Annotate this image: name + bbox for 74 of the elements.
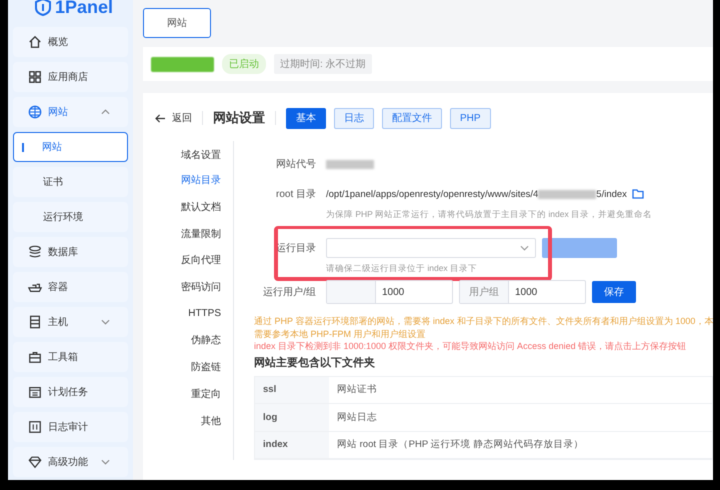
save-button[interactable]: 保存 [592,281,636,303]
chevron-icon [101,319,110,325]
sidebar-item[interactable]: 计划任务 [13,377,128,407]
grid-icon [28,70,42,84]
blurred-site-code [326,160,374,168]
caret-icon [520,245,529,251]
error-text: index 目录下检测到非 1000:1000 权限文件夹，可能导致网站访问 Access denied 错误，请点击上方保存按钮 [254,340,688,352]
table-cell-text: 网站日志 [336,410,378,425]
blurred-path-part [538,190,596,198]
server-icon [28,315,42,329]
settings-nav-item[interactable]: 其他 [201,407,221,434]
field-label: 网站代号 [275,158,317,171]
sidebar-subitem[interactable]: 网站 [13,132,128,162]
chevron-icon [101,109,110,115]
settings-tab[interactable]: 配置文件 [382,108,442,128]
table-cell: index [255,432,329,458]
settings-nav-item[interactable]: 域名设置 [181,143,221,167]
sidebar-subitem[interactable]: 运行环境 [13,202,128,232]
hint-text: 请确保二级运行目录位于 index 目录下 [325,263,478,275]
sidebar-item[interactable]: 应用商店 [13,62,128,92]
back-link[interactable]: 返回 [155,111,192,125]
folder-icon [632,189,644,199]
group-field[interactable]: 用户组 1000 [459,280,586,304]
database-icon [28,245,42,259]
back-arrow-icon [155,114,166,122]
settings-nav-item[interactable]: 防盗链 [191,354,221,380]
globe-icon [28,105,42,119]
save-config-button[interactable] [542,238,617,258]
shield-logo-icon [35,0,51,16]
document-icon [28,420,42,434]
sidebar-item[interactable]: 网站 [13,97,128,127]
sidebar-item[interactable]: 概览 [13,27,128,57]
root-path: /opt/1panel/apps/openresty/openresty/www/sites/4 [326,188,538,200]
settings-nav-item[interactable]: 重定向 [191,380,221,408]
settings-nav-item[interactable]: HTTPS [188,300,221,328]
chevron-icon [101,459,110,465]
blurred-site-name [151,56,214,72]
field-label: 运行用户/组 [262,286,317,299]
page-tab[interactable]: 网站 [143,8,211,38]
table-cell: ssl [255,376,329,403]
settings-nav-item[interactable]: 伪静态 [191,327,221,354]
calendar-icon [28,385,42,399]
sidebar-item[interactable]: 数据库 [13,237,128,267]
sidebar-item[interactable]: 高级功能 [13,447,128,477]
section-heading: 网站主要包含以下文件夹 [254,356,376,370]
sidebar-item[interactable]: 主机 [13,307,128,337]
settings-nav-item[interactable]: 流量限制 [181,220,221,248]
field-label: root 目录 [274,188,317,201]
hint-text: 为保障 PHP 网站正常运行，请将代码放置于主目录下的 index 目录，并避免重命名 [325,209,654,221]
settings-tab[interactable]: 基本 [286,108,326,128]
expiry-tag: 过期时间: 永不过期 [274,54,372,74]
table-cell: log [255,404,329,430]
directory-select[interactable] [326,238,536,258]
sidebar-item[interactable]: 工具箱 [13,342,128,372]
sidebar-item[interactable]: 容器 [13,272,128,302]
status-tag: 已启动 [222,54,266,74]
toolbox-icon [28,350,42,364]
settings-nav-item[interactable]: 默认文档 [181,194,221,220]
settings-nav-item[interactable]: 密码访问 [181,274,221,300]
root-path: 5/index [596,188,627,200]
house-icon [28,35,42,49]
settings-tab[interactable]: PHP [450,108,491,128]
sidebar-subitem[interactable]: 证书 [13,167,128,197]
table-cell-text: 网站 root 目录（PHP 运行环境 静态网站代码存放目录） [336,438,584,452]
settings-title: 网站设置 [213,109,265,127]
settings-nav-item[interactable]: 网站目录 [181,167,221,194]
settings-tab[interactable]: 日志 [334,108,374,128]
diamond-icon [28,455,42,469]
warning-text: 需要参考本地 PHP-FPM 用户和用户组设置 [254,328,427,340]
sidebar-item[interactable]: 日志审计 [13,412,128,442]
settings-nav-item[interactable]: 反向代理 [181,247,221,274]
warning-text: 通过 PHP 容器运行环境部署的网站，需要将 index 和子目录下的所有文件、文件夹所有者和用户组设置为 1000，本 [254,315,713,328]
user-field[interactable]: 1000 [326,280,453,304]
table-cell-text: 网站证书 [336,383,378,398]
